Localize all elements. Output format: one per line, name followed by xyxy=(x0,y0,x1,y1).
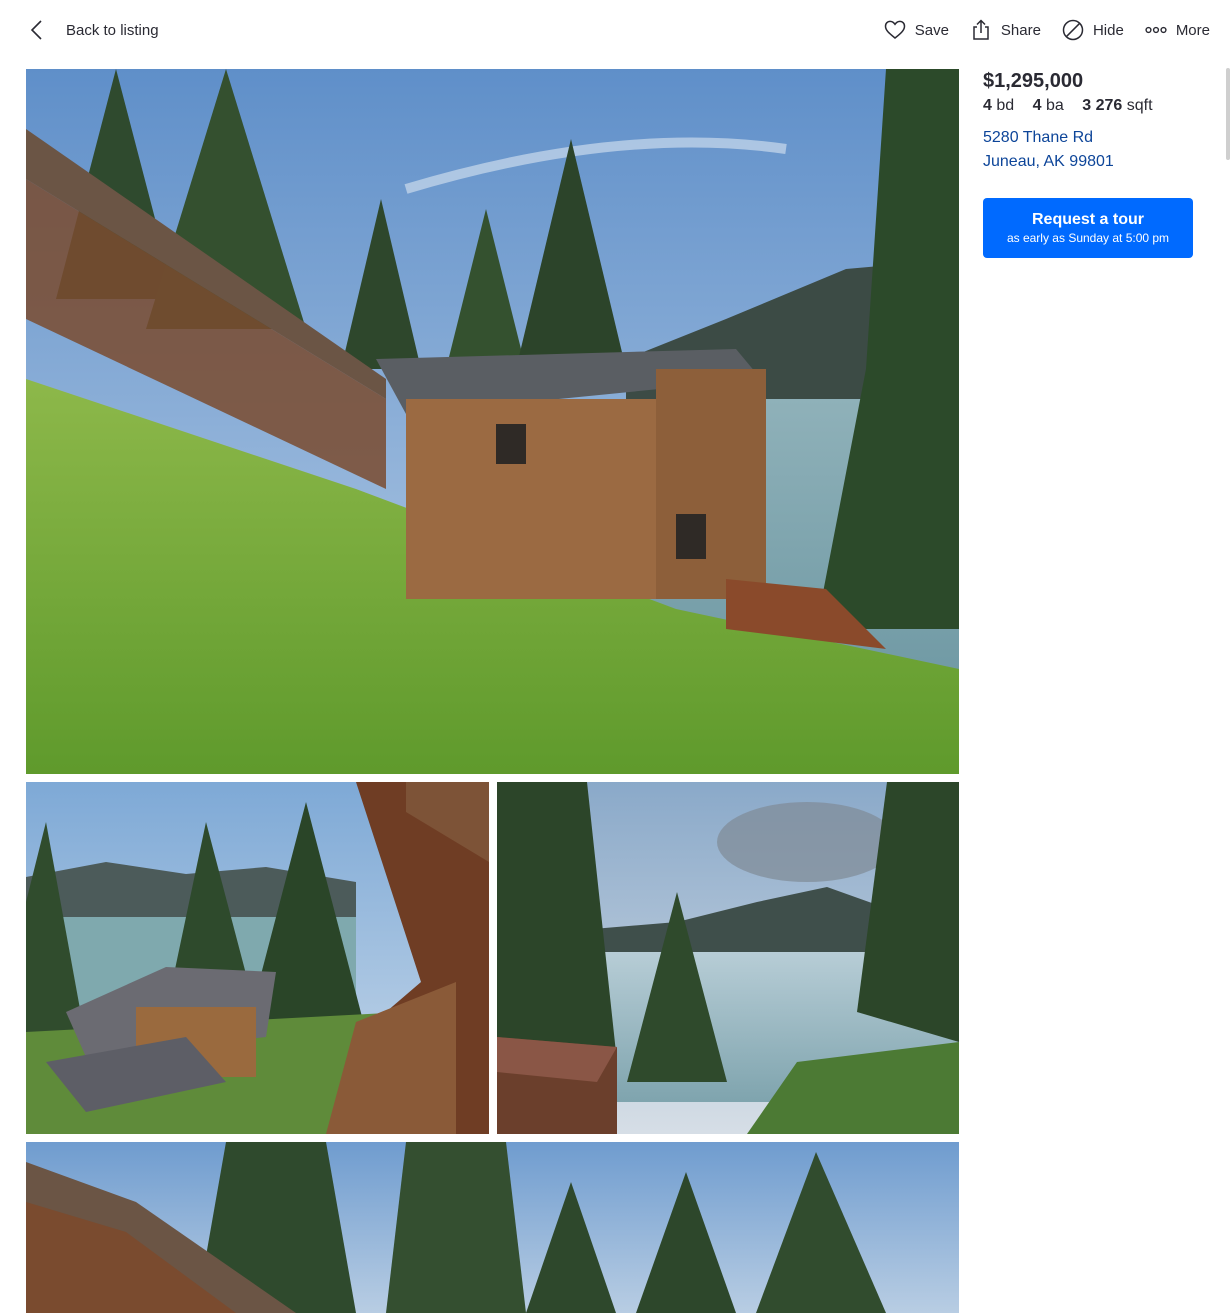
listing-price: $1,295,000 xyxy=(983,70,1084,92)
sqft-fact: 3 276 sqft xyxy=(1082,97,1152,114)
chevron-left-icon xyxy=(30,20,42,40)
scrollbar-thumb[interactable] xyxy=(1226,68,1230,160)
scrollbar-track[interactable] xyxy=(1226,68,1230,1313)
listing-address-link[interactable]: 5280 Thane Rd Juneau, AK 99801 xyxy=(983,126,1203,174)
more-button[interactable]: More xyxy=(1144,18,1210,42)
more-label: More xyxy=(1175,21,1210,39)
listing-summary-panel: $1,295,000 4 bd 4 ba 3 276 sqft 5280 Tha… xyxy=(983,68,1203,258)
listing-facts: 4 bd 4 ba 3 276 sqft xyxy=(983,95,1203,117)
baths-unit: ba xyxy=(1045,97,1064,114)
request-tour-subtitle: as early as Sunday at 5:00 pm xyxy=(1006,231,1170,245)
address-line-1: 5280 Thane Rd xyxy=(983,129,1094,146)
address-line-2: Juneau, AK 99801 xyxy=(983,153,1114,170)
channel-view-photo[interactable] xyxy=(497,782,959,1134)
back-to-listing-button[interactable]: Back to listing xyxy=(26,14,159,46)
baths-fact: 4 ba xyxy=(1033,97,1064,114)
house-hillside-photo[interactable] xyxy=(26,69,959,774)
share-icon xyxy=(973,19,989,40)
baths-count: 4 xyxy=(1032,97,1042,114)
save-label: Save xyxy=(914,21,949,39)
hide-icon xyxy=(1062,19,1084,41)
hide-label: Hide xyxy=(1092,21,1124,39)
deck-view-image xyxy=(26,782,489,1134)
beds-unit: bd xyxy=(996,97,1015,114)
deck-view-photo[interactable] xyxy=(26,782,489,1134)
hide-button[interactable]: Hide xyxy=(1061,18,1124,42)
beds-fact: 4 bd xyxy=(983,97,1014,114)
house-hillside-image xyxy=(26,69,959,774)
request-tour-button[interactable]: Request a tour as early as Sunday at 5:0… xyxy=(983,198,1193,258)
channel-view-image xyxy=(497,782,959,1134)
sqft-unit: sqft xyxy=(1126,97,1153,114)
listing-actions: Save Share Hide More xyxy=(863,14,1210,46)
heart-icon xyxy=(884,20,905,39)
more-icon xyxy=(1145,26,1167,34)
share-button[interactable]: Share xyxy=(969,18,1041,42)
stairway-trees-photo[interactable] xyxy=(26,1142,959,1313)
request-tour-title: Request a tour xyxy=(1031,211,1144,228)
save-button[interactable]: Save xyxy=(883,18,949,42)
beds-count: 4 xyxy=(983,97,992,114)
sqft-count: 3 276 xyxy=(1082,97,1123,114)
top-bar: Back to listing Save Share Hide More xyxy=(0,0,1230,60)
share-label: Share xyxy=(1000,21,1041,39)
back-to-listing-label: Back to listing xyxy=(66,21,159,39)
stairway-trees-image xyxy=(26,1142,959,1313)
